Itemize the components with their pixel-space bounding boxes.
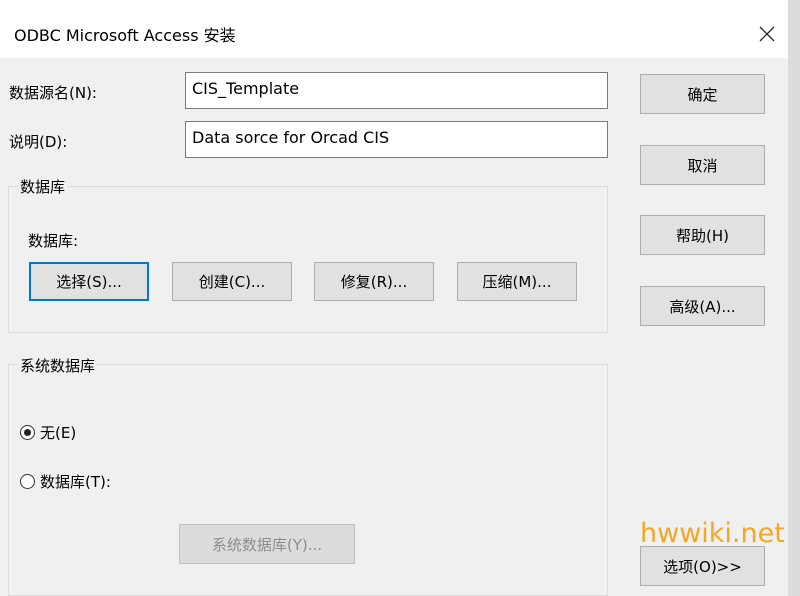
dsn-input[interactable]: CIS_Template	[185, 72, 608, 109]
radio-unchecked-icon	[20, 474, 35, 489]
radio-none[interactable]: 无(E)	[20, 422, 76, 443]
system-database-button[interactable]: 系统数据库(Y)...	[179, 524, 355, 564]
database-group-title: 数据库	[18, 176, 68, 197]
description-input[interactable]: Data sorce for Orcad CIS	[185, 121, 608, 158]
watermark: hwwiki.net	[640, 518, 785, 549]
compact-button[interactable]: 压缩(M)...	[457, 262, 577, 301]
close-button[interactable]	[750, 17, 784, 51]
repair-button[interactable]: 修复(R)...	[314, 262, 434, 301]
database-group	[8, 186, 608, 333]
radio-database[interactable]: 数据库(T):	[20, 471, 111, 492]
ok-button[interactable]: 确定	[640, 74, 765, 114]
advanced-button[interactable]: 高级(A)...	[640, 286, 765, 326]
help-button[interactable]: 帮助(H)	[640, 215, 765, 255]
select-button[interactable]: 选择(S)...	[29, 262, 149, 301]
description-label: 说明(D):	[9, 133, 68, 151]
dsn-label: 数据源名(N):	[9, 84, 97, 102]
radio-checked-icon	[20, 425, 35, 440]
options-button[interactable]: 选项(O)>>	[640, 546, 765, 586]
background-window-edge	[788, 0, 800, 596]
database-label: 数据库:	[28, 232, 79, 250]
create-button[interactable]: 创建(C)...	[172, 262, 292, 301]
cancel-button[interactable]: 取消	[640, 145, 765, 185]
close-icon	[759, 26, 775, 42]
system-database-group-title: 系统数据库	[18, 355, 98, 376]
window-title: ODBC Microsoft Access 安装	[14, 26, 236, 45]
title-bar: ODBC Microsoft Access 安装	[0, 0, 800, 58]
radio-none-label: 无(E)	[40, 424, 77, 442]
radio-database-label: 数据库(T):	[40, 473, 111, 491]
